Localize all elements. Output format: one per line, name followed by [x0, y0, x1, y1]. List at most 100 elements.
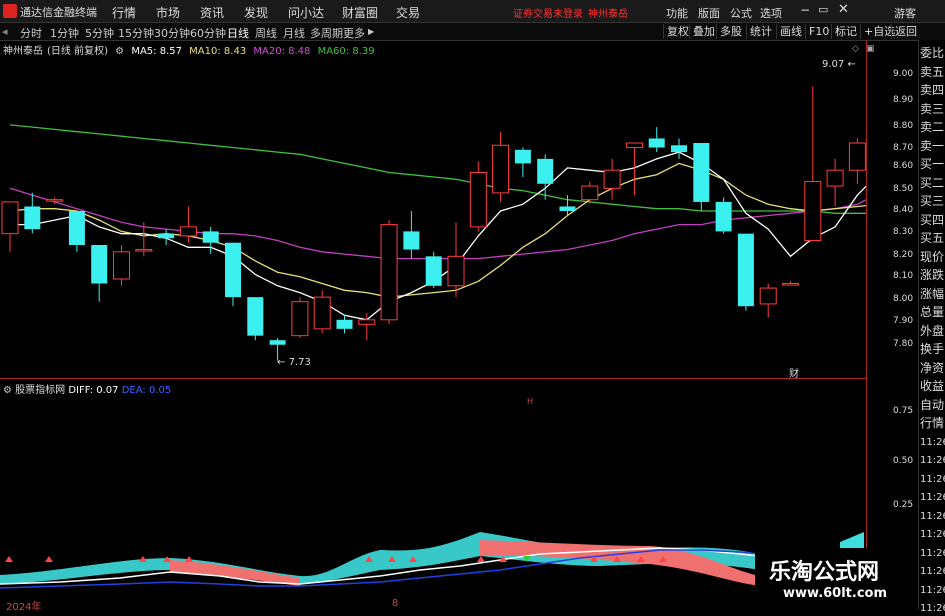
btn-overlay[interactable]: 叠加: [689, 24, 718, 39]
candle-body[interactable]: [380, 224, 398, 321]
candle-body[interactable]: [469, 171, 487, 228]
candle-body[interactable]: [313, 296, 331, 330]
candle-body[interactable]: [269, 340, 286, 345]
candle-body[interactable]: [625, 142, 643, 149]
menu-discover[interactable]: 发现: [244, 4, 268, 21]
indicator-name[interactable]: 股票指标网: [15, 385, 65, 396]
candle-body[interactable]: [715, 201, 732, 232]
candle-body[interactable]: [68, 211, 85, 245]
candle-body[interactable]: [403, 231, 420, 250]
candle-body[interactable]: [537, 158, 554, 184]
menu-options[interactable]: 选项: [760, 5, 782, 21]
candle-body[interactable]: [514, 149, 531, 164]
candle-body[interactable]: [91, 245, 108, 284]
candle-body[interactable]: [179, 226, 197, 237]
indicator-chart[interactable]: [0, 520, 866, 598]
menu-market[interactable]: 行情: [112, 4, 136, 21]
indicator-settings-icon[interactable]: ⚙: [3, 385, 12, 396]
candle-body[interactable]: [135, 249, 153, 252]
btn-f10[interactable]: F10: [805, 24, 832, 39]
period-more[interactable]: 更多: [343, 25, 365, 41]
period-30min[interactable]: 30分钟: [154, 25, 190, 41]
candle-body[interactable]: [648, 138, 665, 148]
period-weekly[interactable]: 周线: [255, 25, 277, 41]
menu-news[interactable]: 资讯: [200, 4, 224, 21]
candle-body[interactable]: [1, 201, 19, 235]
watermark-url: www.60lt.com: [783, 586, 888, 601]
price-tick: 8.10: [893, 271, 914, 281]
candle-body[interactable]: [671, 145, 687, 153]
login-status[interactable]: 证券交易未登录: [513, 5, 583, 20]
quote-field-label: 卖二: [920, 120, 945, 134]
candle-body[interactable]: [24, 206, 41, 230]
candle-body[interactable]: [737, 233, 754, 307]
btn-stats[interactable]: 统计: [746, 24, 775, 39]
candle-body[interactable]: [559, 206, 576, 211]
price-tick: 8.50: [893, 184, 914, 194]
app-logo-icon: [3, 4, 17, 18]
candle-body[interactable]: [336, 319, 353, 329]
close-icon[interactable]: ✕: [838, 2, 849, 17]
quote-field-label: 11:26: [920, 547, 945, 559]
candle-body[interactable]: [603, 169, 621, 189]
period-timeshare[interactable]: 分时: [20, 25, 42, 41]
candle-body[interactable]: [447, 255, 465, 287]
candle-body[interactable]: [158, 233, 175, 239]
price-tick: 8.90: [893, 95, 914, 105]
candle-body[interactable]: [826, 169, 844, 187]
candle-body[interactable]: [358, 319, 376, 325]
btn-draw[interactable]: 画线: [776, 24, 805, 39]
menu-market2[interactable]: 市场: [156, 4, 180, 21]
menu-function[interactable]: 功能: [666, 5, 688, 21]
quote-field-label: 11:26: [920, 584, 945, 596]
candle-body[interactable]: [291, 301, 309, 337]
minimize-icon[interactable]: −: [800, 3, 810, 17]
quote-field-label: 买四: [920, 212, 945, 227]
period-multi[interactable]: 多周期: [310, 25, 343, 41]
ma20-line: [9, 187, 866, 260]
period-monthly[interactable]: 月线: [283, 25, 305, 41]
quote-side-panel: 委比 卖五 卖四 卖三 卖二 卖一 买一 买二 买三 买四 买五 现价 涨跌 涨幅 总量 外盘 换手 净资 收益 自动…: [918, 40, 945, 614]
restore-icon[interactable]: ▭: [818, 3, 828, 16]
period-5min[interactable]: 5分钟: [85, 25, 114, 41]
candle-body[interactable]: [225, 242, 241, 298]
candlestick-chart[interactable]: [0, 40, 866, 378]
quote-field-label: 涨幅: [920, 286, 945, 301]
menu-formula[interactable]: 公式: [730, 5, 752, 21]
user-guest[interactable]: 游客: [894, 5, 916, 21]
high-annotation: 9.07 ←: [822, 59, 856, 70]
btn-multistock[interactable]: 多股: [716, 24, 745, 39]
menu-wenxiaoda[interactable]: 问小达: [288, 4, 324, 21]
candle-body[interactable]: [782, 283, 799, 286]
quote-field-label: 换手: [920, 342, 945, 356]
date-tick: 8: [392, 598, 399, 609]
btn-fuquan[interactable]: 复权: [663, 24, 692, 39]
up-arrow: [185, 556, 193, 562]
btn-back[interactable]: 返回: [891, 24, 920, 39]
nav-left-icon[interactable]: ◂: [2, 25, 8, 38]
candle-body[interactable]: [492, 144, 510, 194]
menu-wealth[interactable]: 财富圈: [342, 4, 378, 21]
candle-body[interactable]: [113, 251, 130, 280]
candle-body[interactable]: [202, 231, 219, 243]
candle-body[interactable]: [46, 199, 64, 202]
quote-field-label: 11:26: [920, 492, 945, 503]
period-1min[interactable]: 1分钟: [50, 25, 79, 41]
menu-layout[interactable]: 版面: [698, 5, 720, 21]
btn-mark[interactable]: 标记: [831, 24, 860, 39]
price-tick: 8.60: [893, 161, 914, 171]
candle-body[interactable]: [693, 143, 710, 202]
candle-body[interactable]: [247, 297, 264, 336]
menu-trade[interactable]: 交易: [396, 4, 420, 21]
candle-body[interactable]: [425, 256, 442, 286]
candle-body[interactable]: [804, 181, 822, 241]
period-daily[interactable]: 日线: [227, 25, 249, 41]
period-15min[interactable]: 15分钟: [118, 25, 154, 41]
current-stock: 神州泰岳: [588, 9, 628, 20]
period-60min[interactable]: 60分钟: [190, 25, 226, 41]
candle-body[interactable]: [759, 287, 777, 305]
candle-body[interactable]: [848, 142, 866, 171]
more-arrow-icon[interactable]: ▶: [368, 27, 374, 36]
price-tick: 8.40: [893, 205, 914, 215]
candle-body[interactable]: [581, 185, 599, 201]
